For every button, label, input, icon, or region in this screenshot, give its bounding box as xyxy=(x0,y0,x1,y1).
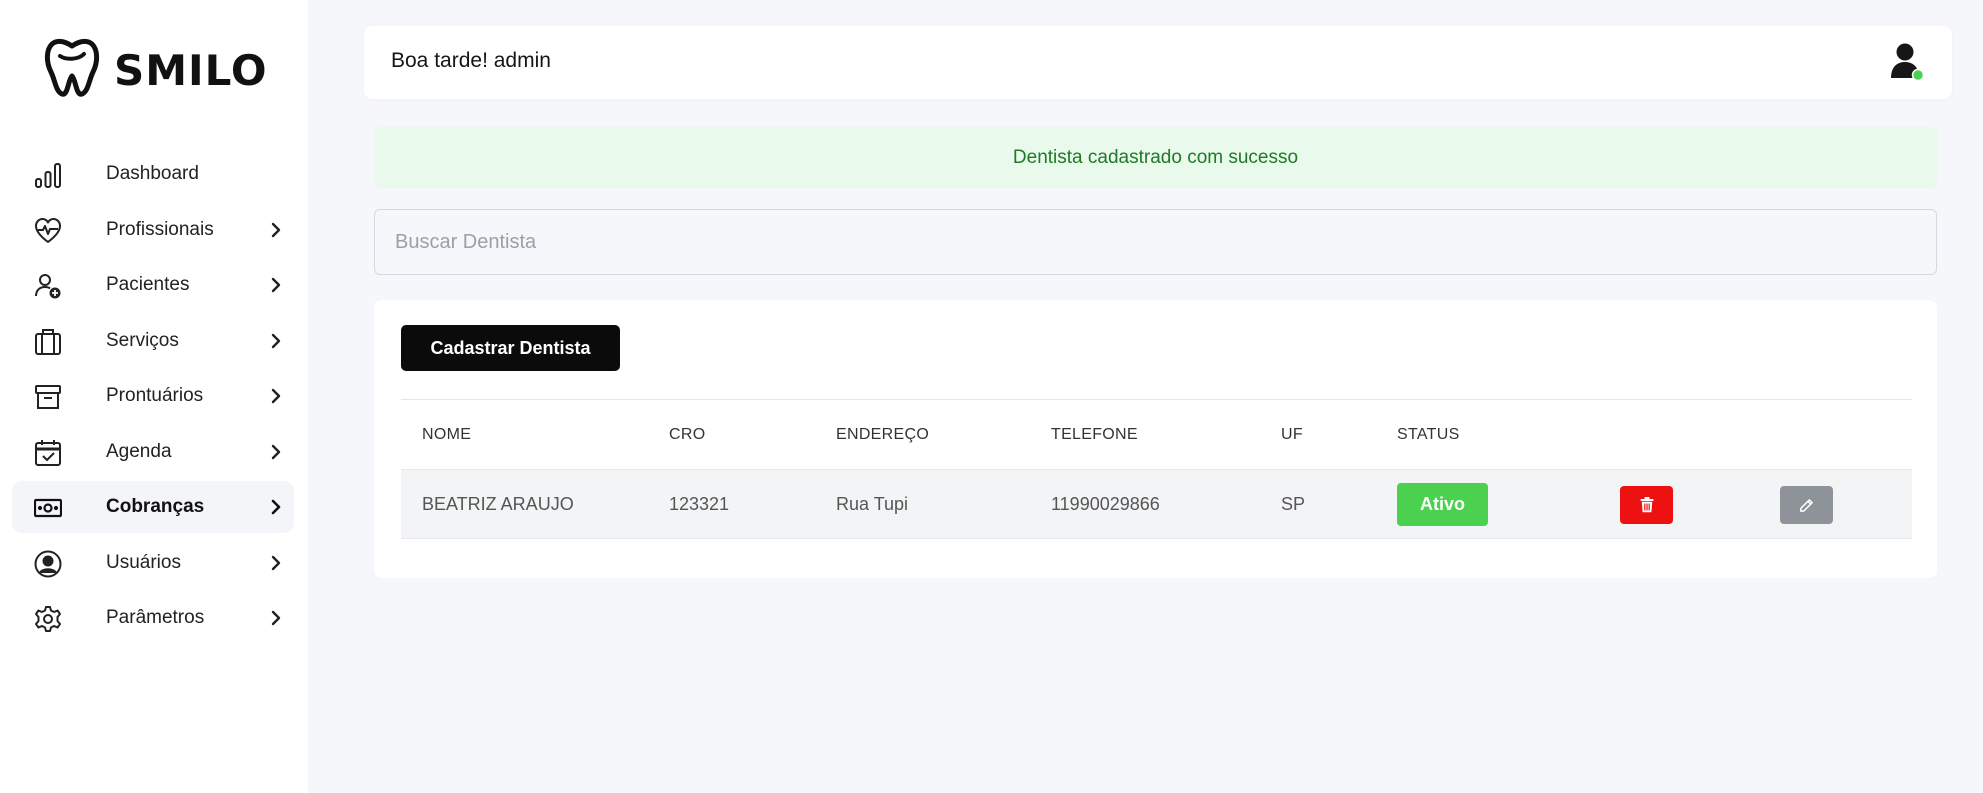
sidebar-item-label: Usuários xyxy=(106,551,181,573)
chevron-right-icon xyxy=(271,499,281,515)
sidebar-item-usuarios[interactable]: Usuários xyxy=(12,537,294,589)
tooth-icon xyxy=(42,36,102,105)
column-header-nome: NOME xyxy=(422,426,472,443)
calendar-check-icon xyxy=(34,439,62,467)
sidebar: SMILO Dashboard Profissionais Pacientes … xyxy=(0,0,308,793)
sidebar-item-agenda[interactable]: Agenda xyxy=(12,426,294,478)
search-input[interactable] xyxy=(374,209,1937,275)
user-plus-icon xyxy=(34,272,62,300)
dentist-table: NOME CRO ENDEREÇO TELEFONE UF STATUS BEA… xyxy=(401,399,1912,539)
chevron-right-icon xyxy=(271,333,281,348)
chevron-right-icon xyxy=(271,444,281,459)
status-badge: Ativo xyxy=(1397,483,1488,526)
pencil-icon xyxy=(1800,498,1813,512)
bar-chart-icon xyxy=(34,161,62,189)
sidebar-item-label: Parâmetros xyxy=(106,607,205,628)
money-icon xyxy=(33,494,63,522)
dentist-list-card: Cadastrar Dentista NOME CRO ENDEREÇO TEL… xyxy=(374,300,1937,578)
sidebar-item-profissionais[interactable]: Profissionais xyxy=(12,204,294,256)
delete-button[interactable] xyxy=(1620,486,1673,524)
sidebar-item-prontuarios[interactable]: Prontuários xyxy=(12,370,294,422)
brand-logo[interactable]: SMILO xyxy=(42,36,268,105)
archive-icon xyxy=(34,383,62,411)
trash-icon xyxy=(1640,497,1653,513)
column-header-telefone: TELEFONE xyxy=(1051,426,1138,443)
cell-uf: SP xyxy=(1281,494,1306,514)
add-dentist-button[interactable]: Cadastrar Dentista xyxy=(401,325,620,371)
table-row: BEATRIZ ARAUJO 123321 Rua Tupi 119900298… xyxy=(401,469,1912,539)
chevron-right-icon xyxy=(271,277,281,293)
sidebar-item-label: Profissionais xyxy=(106,218,214,240)
column-header-endereco: ENDEREÇO xyxy=(836,426,930,443)
sidebar-item-dashboard[interactable]: Dashboard xyxy=(12,148,294,200)
chevron-right-icon xyxy=(271,222,281,237)
cell-endereco: Rua Tupi xyxy=(836,494,909,514)
sidebar-item-label: Prontuários xyxy=(106,385,204,406)
user-circle-icon xyxy=(34,550,62,578)
sidebar-item-parametros[interactable]: Parâmetros xyxy=(12,592,294,644)
sidebar-item-servicos[interactable]: Serviços xyxy=(12,315,294,367)
table-header: NOME CRO ENDEREÇO TELEFONE UF STATUS xyxy=(401,399,1912,469)
greeting-text: Boa tarde! admin xyxy=(391,49,551,72)
sidebar-item-pacientes[interactable]: Pacientes xyxy=(12,259,294,311)
cell-telefone: 11990029866 xyxy=(1051,494,1160,514)
heart-pulse-icon xyxy=(34,217,62,245)
user-icon xyxy=(1891,43,1925,82)
cell-nome: BEATRIZ ARAUJO xyxy=(422,494,574,514)
edit-button[interactable] xyxy=(1780,486,1833,524)
user-avatar[interactable] xyxy=(1890,42,1925,82)
success-alert: Dentista cadastrado com sucesso xyxy=(374,127,1937,188)
sidebar-item-label: Dashboard xyxy=(106,163,199,184)
chevron-right-icon xyxy=(271,610,281,626)
online-status-dot xyxy=(1911,68,1925,82)
chevron-right-icon xyxy=(271,388,281,404)
cell-cro: 123321 xyxy=(669,494,730,514)
gear-icon xyxy=(34,605,62,633)
sidebar-item-label: Cobranças xyxy=(106,496,205,517)
sidebar-item-cobrancas[interactable]: Cobranças xyxy=(12,481,294,533)
column-header-status: STATUS xyxy=(1397,426,1460,443)
sidebar-item-label: Serviços xyxy=(106,329,179,351)
sidebar-nav: Dashboard Profissionais Pacientes Serviç… xyxy=(12,148,294,648)
sidebar-item-label: Pacientes xyxy=(106,274,190,295)
brand-name: SMILO xyxy=(114,46,268,95)
column-header-uf: UF xyxy=(1281,426,1303,443)
briefcase-icon xyxy=(34,328,62,356)
top-header: Boa tarde! admin xyxy=(364,26,1952,99)
column-header-cro: CRO xyxy=(669,426,706,443)
chevron-right-icon xyxy=(271,555,281,570)
sidebar-item-label: Agenda xyxy=(106,440,172,462)
